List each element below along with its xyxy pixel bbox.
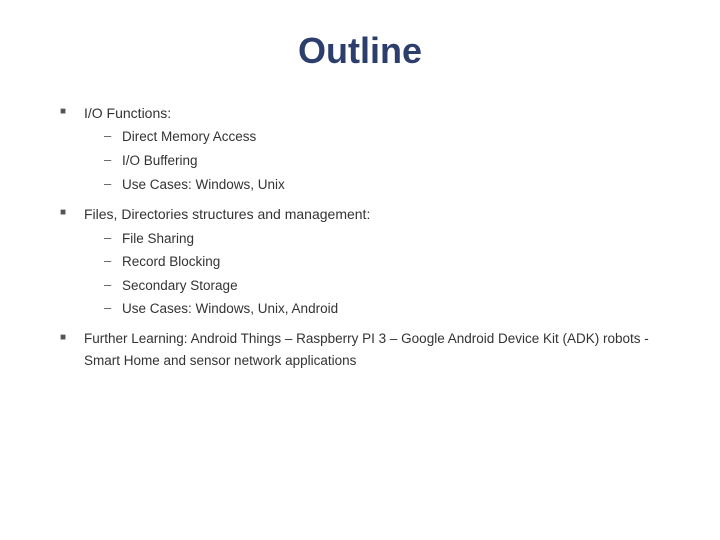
sub-item-use-cases-1: – Use Cases: Windows, Unix [104,174,660,196]
bullet-icon-2: ■ [60,205,76,221]
content-area: ■ I/O Functions: – Direct Memory Access … [60,102,660,371]
page: Outline ■ I/O Functions: – Direct Memory… [0,0,720,540]
sub-item-dma: – Direct Memory Access [104,126,660,148]
dash-5: – [104,251,122,272]
sub-item-use-cases-2: – Use Cases: Windows, Unix, Android [104,298,660,320]
sub-text-file-sharing: File Sharing [122,228,194,250]
page-title: Outline [298,30,422,72]
sub-text-use-cases-1: Use Cases: Windows, Unix [122,174,285,196]
io-functions-label: I/O Functions: [84,105,171,121]
sub-item-buffering: – I/O Buffering [104,150,660,172]
bullet-icon-1: ■ [60,104,76,120]
dash-7: – [104,298,122,319]
section-io-functions: ■ I/O Functions: – Direct Memory Access … [60,102,660,197]
sub-item-secondary-storage: – Secondary Storage [104,275,660,297]
bullet-icon-3: ■ [60,330,76,346]
section-files: ■ Files, Directories structures and mana… [60,203,660,322]
dash-2: – [104,150,122,171]
sub-item-file-sharing: – File Sharing [104,228,660,250]
section-further: ■ Further Learning: Android Things – Ras… [60,328,660,371]
sub-text-buffering: I/O Buffering [122,150,198,172]
section-io-label: I/O Functions: – Direct Memory Access – … [84,102,660,197]
further-text: Further Learning: Android Things – Raspb… [84,328,660,371]
sub-text-secondary-storage: Secondary Storage [122,275,238,297]
files-sub-list: – File Sharing – Record Blocking – Secon… [104,228,660,320]
files-label: Files, Directories structures and manage… [84,206,370,222]
sub-text-dma: Direct Memory Access [122,126,256,148]
dash-4: – [104,228,122,249]
sub-text-record-blocking: Record Blocking [122,251,220,273]
dash-6: – [104,275,122,296]
dash-3: – [104,174,122,195]
dash-1: – [104,126,122,147]
section-files-label: Files, Directories structures and manage… [84,203,660,322]
sub-item-record-blocking: – Record Blocking [104,251,660,273]
io-sub-list: – Direct Memory Access – I/O Buffering –… [104,126,660,195]
sub-text-use-cases-2: Use Cases: Windows, Unix, Android [122,298,338,320]
